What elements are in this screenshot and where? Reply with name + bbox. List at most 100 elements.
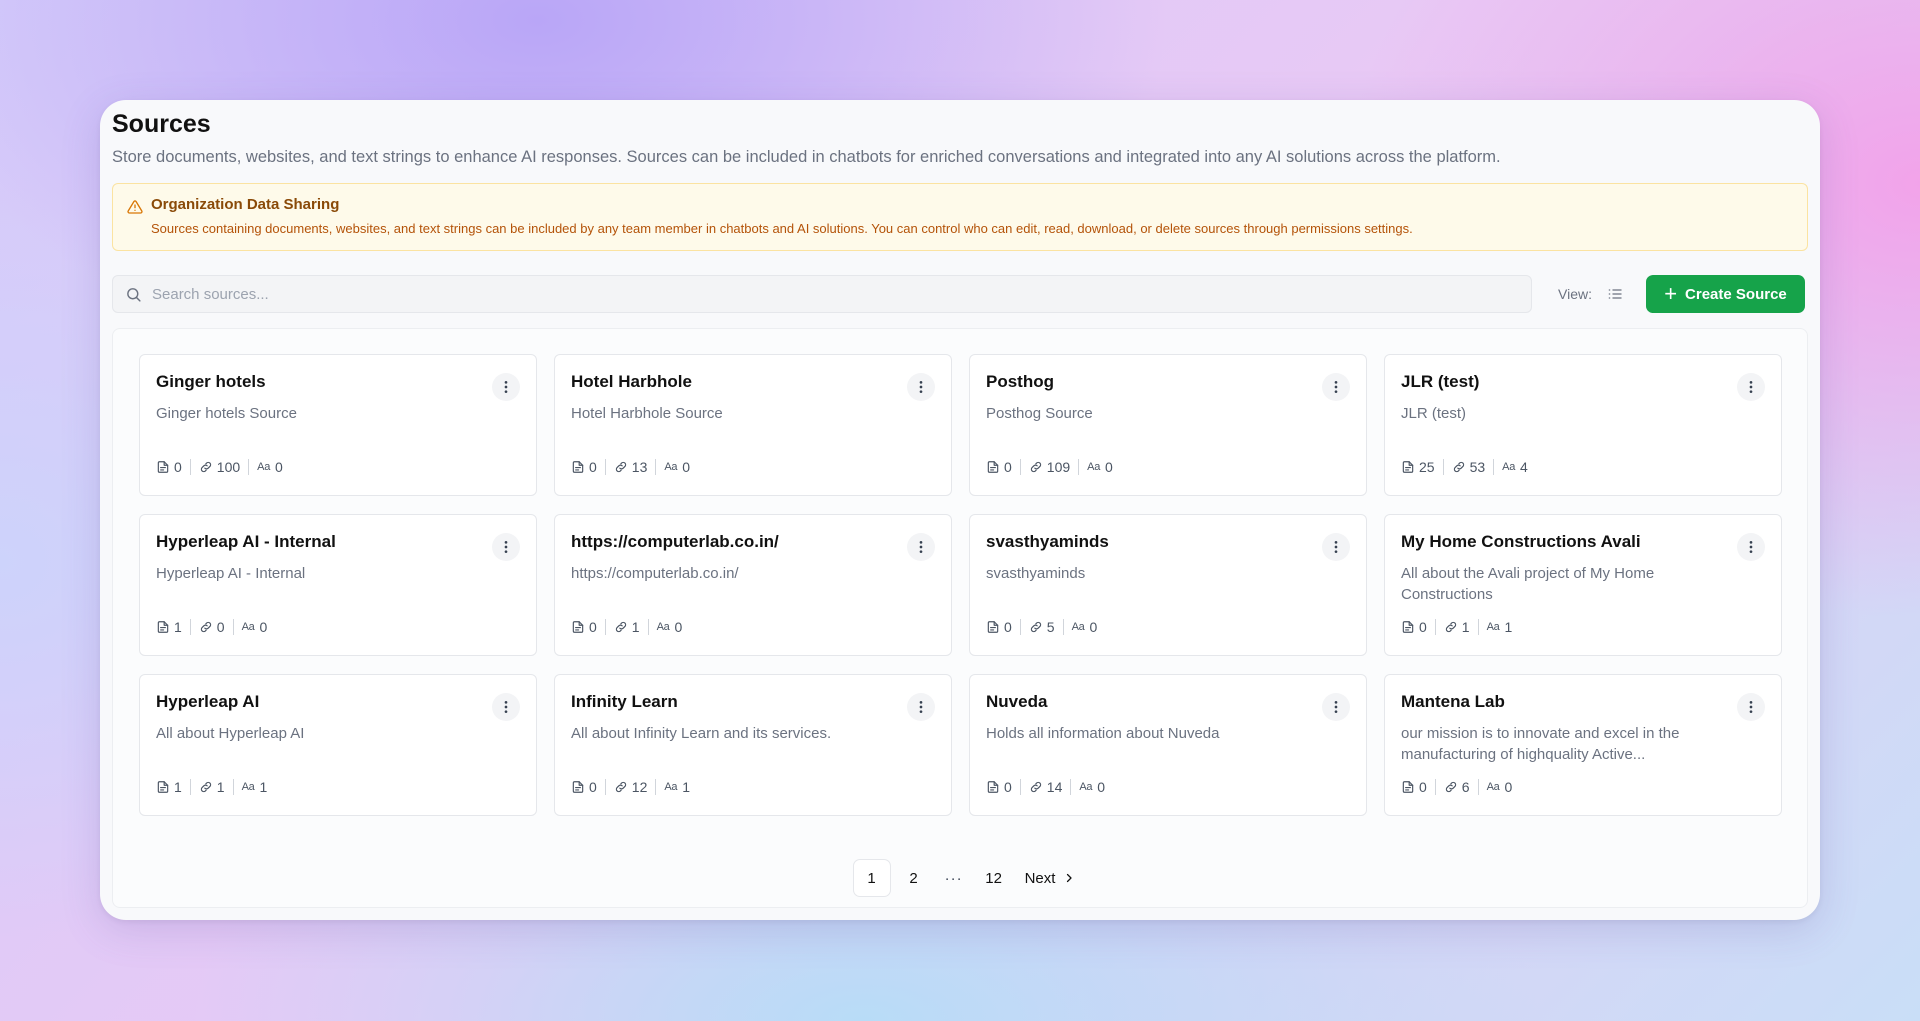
stat-divider	[232, 619, 234, 635]
source-title: Hotel Harbhole	[571, 372, 692, 391]
source-card[interactable]: Hotel Harbhole Hotel Harbhole Source 0 13 Aa…	[554, 354, 952, 496]
source-card[interactable]: Hyperleap AI - Internal Hyperleap AI - In…	[139, 514, 537, 656]
links-count: 14	[1029, 779, 1063, 795]
source-menu-button[interactable]	[1737, 533, 1765, 561]
document-icon	[987, 621, 999, 633]
texts-count: Aa 0	[1072, 619, 1098, 635]
texts-count: Aa 0	[1487, 779, 1513, 795]
source-card[interactable]: https://computerlab.co.in/https://comput…	[554, 514, 952, 656]
source-menu-button[interactable]	[1322, 373, 1350, 401]
source-stats: 0 12 Aa 1	[571, 779, 690, 795]
documents-count-value: 0	[174, 459, 182, 475]
stat-divider	[604, 619, 606, 635]
links-count: 1	[614, 619, 640, 635]
page-12-button[interactable]: 12	[975, 859, 1013, 897]
source-menu-button[interactable]	[492, 693, 520, 721]
documents-count: 0	[571, 779, 597, 795]
source-menu-button[interactable]	[1737, 373, 1765, 401]
source-card[interactable]: Nuveda Holds all information about Nuveda…	[969, 674, 1367, 816]
links-count: 0	[199, 619, 225, 635]
more-vertical-icon	[919, 541, 923, 553]
documents-count-value: 25	[1419, 459, 1435, 475]
stat-divider	[189, 779, 191, 795]
stat-divider	[1434, 619, 1436, 635]
source-title: JLR (test)	[1401, 372, 1480, 391]
search-box[interactable]	[112, 275, 1532, 313]
page-1-button[interactable]: 1	[852, 859, 891, 897]
stat-divider	[1070, 779, 1072, 795]
texts-count-value: 1	[1504, 619, 1513, 635]
links-count: 1	[199, 779, 225, 795]
source-title: Hyperleap AI - Internal	[156, 532, 336, 551]
document-icon	[157, 461, 169, 473]
source-card[interactable]: Infinity Learn All about Infinity Learn a…	[554, 674, 952, 816]
source-stats: 0 13 Aa 0	[571, 459, 690, 475]
more-vertical-icon	[1334, 701, 1338, 713]
text-icon: Aa	[1486, 621, 1500, 633]
sources-grid: Ginger hotels Ginger hotels Source 0 100 Aa 0…	[139, 354, 1782, 816]
links-count-value: 5	[1046, 619, 1055, 635]
text-icon: Aa	[1071, 621, 1085, 633]
texts-count: Aa 0	[1079, 779, 1105, 795]
documents-count-value: 0	[1419, 779, 1427, 795]
texts-count-value: 0	[674, 619, 683, 635]
document-icon	[572, 461, 584, 473]
source-card[interactable]: JLR (test) JLR (test) 25 53 Aa 4	[1384, 354, 1782, 496]
source-menu-button[interactable]	[907, 373, 935, 401]
texts-count-value: 0	[1097, 779, 1106, 795]
search-input[interactable]	[152, 285, 1512, 303]
source-stats: 0 1 Aa 0	[571, 619, 682, 635]
documents-count: 25	[1401, 459, 1435, 475]
create-source-button[interactable]: + Create Source	[1645, 275, 1805, 313]
toolbar: View: + Create Source	[112, 275, 1808, 313]
documents-count-value: 0	[589, 619, 597, 635]
stat-divider	[1019, 619, 1021, 635]
source-menu-button[interactable]	[492, 373, 520, 401]
source-menu-button[interactable]	[907, 533, 935, 561]
text-icon: Aa	[241, 621, 255, 633]
stat-divider	[655, 779, 657, 795]
document-icon	[157, 621, 169, 633]
texts-count-value: 1	[259, 779, 268, 795]
texts-count: Aa 1	[242, 779, 268, 795]
source-description: All about Infinity Learn and its service…	[571, 725, 832, 742]
documents-count: 0	[156, 459, 182, 475]
page-2-button[interactable]: 2	[895, 859, 933, 897]
links-count-value: 13	[631, 459, 648, 475]
more-vertical-icon	[1749, 381, 1753, 393]
source-card[interactable]: Hyperleap AI All about Hyperleap AI 1 1 Aa 1	[139, 674, 537, 816]
source-menu-button[interactable]	[907, 693, 935, 721]
stat-divider	[1019, 459, 1021, 475]
source-menu-button[interactable]	[1737, 693, 1765, 721]
org-data-sharing-alert: Organization Data Sharing Sources contai…	[112, 183, 1808, 251]
stat-divider	[604, 459, 606, 475]
source-stats: 25 53 Aa 4	[1401, 459, 1528, 475]
documents-count: 0	[1401, 619, 1427, 635]
link-icon	[615, 621, 626, 633]
link-icon	[1030, 621, 1041, 633]
links-count-value: 0	[216, 619, 225, 635]
texts-count-value: 0	[1504, 779, 1513, 795]
list-view-button[interactable]	[1604, 283, 1626, 305]
source-stats: 0 5 Aa 0	[986, 619, 1097, 635]
source-card[interactable]: My Home Constructions Avali All about the…	[1384, 514, 1782, 656]
source-title: https://computerlab.co.in/	[571, 532, 779, 551]
source-card[interactable]: Mantena Lab our mission is to innovate an…	[1384, 674, 1782, 816]
text-icon: Aa	[1087, 461, 1101, 473]
links-count-value: 100	[216, 459, 241, 475]
links-count: 12	[614, 779, 647, 795]
source-menu-button[interactable]	[492, 533, 520, 561]
stat-divider	[1434, 779, 1436, 795]
link-icon	[200, 621, 211, 633]
texts-count: Aa 1	[1487, 619, 1513, 635]
source-menu-button[interactable]	[1322, 693, 1350, 721]
source-card[interactable]: Ginger hotels Ginger hotels Source 0 100 Aa 0	[139, 354, 537, 496]
links-count-value: 14	[1046, 779, 1063, 795]
source-card[interactable]: Posthog Posthog Source 0 109 Aa 0	[969, 354, 1367, 496]
source-menu-button[interactable]	[1322, 533, 1350, 561]
stat-divider	[604, 779, 606, 795]
stat-divider	[1477, 619, 1479, 635]
next-page-button[interactable]: Next	[1025, 870, 1076, 887]
link-icon	[615, 781, 626, 793]
source-card[interactable]: svasthyaminds svasthyaminds 0 5 Aa 0	[969, 514, 1367, 656]
